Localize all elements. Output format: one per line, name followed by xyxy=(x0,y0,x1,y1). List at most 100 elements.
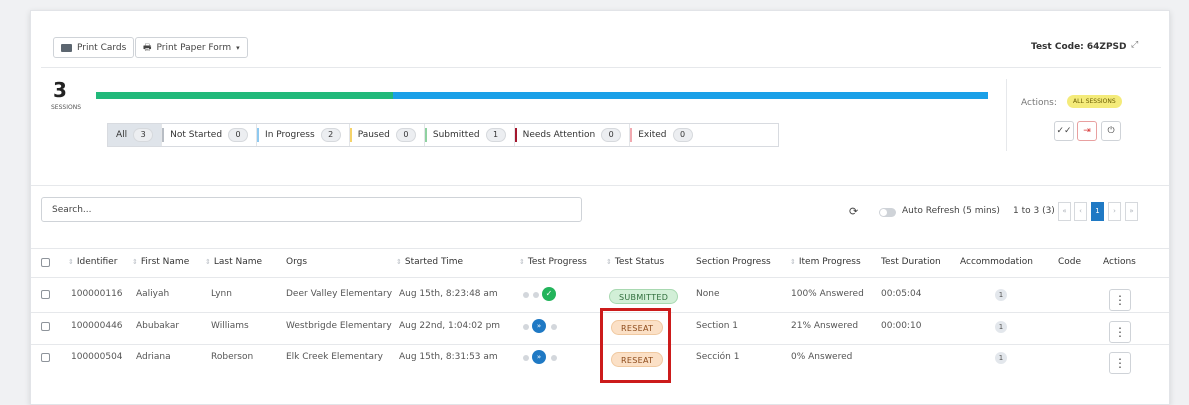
auto-refresh-toggle[interactable] xyxy=(879,208,896,217)
divider xyxy=(1006,79,1007,151)
divider xyxy=(41,67,1161,68)
print-cards-button[interactable]: Print Cards xyxy=(53,37,135,58)
progress-dot xyxy=(523,355,529,361)
cell-test-duration: 00:05:04 xyxy=(881,289,922,299)
status-filter-tabs: All 3 Not Started 0 In Progress 2 Paused… xyxy=(107,123,779,147)
sessions-count: 3 xyxy=(53,78,67,102)
cell-started-time: Aug 22nd, 1:04:02 pm xyxy=(399,321,501,331)
column-header-first-name[interactable]: ⇕ First Name xyxy=(132,257,189,267)
print-paper-form-label: Print Paper Form xyxy=(156,42,232,53)
sessions-label: SESSIONS xyxy=(51,104,82,111)
progress-dot xyxy=(533,292,539,298)
first-page-icon[interactable]: « xyxy=(1058,202,1071,221)
filter-tab-in-progress[interactable]: In Progress 2 xyxy=(257,124,350,146)
column-label: Accommodation xyxy=(960,257,1033,267)
next-page-icon[interactable]: › xyxy=(1108,202,1121,221)
column-label: Test Duration xyxy=(881,257,941,267)
filter-tab-not-started[interactable]: Not Started 0 xyxy=(162,124,258,146)
cell-section-progress: Sección 1 xyxy=(696,352,740,362)
column-header-code: Code xyxy=(1058,257,1081,267)
prev-page-icon[interactable]: ‹ xyxy=(1074,202,1087,221)
filter-label: Needs Attention xyxy=(522,130,596,140)
toggle-knob xyxy=(880,209,887,216)
filter-label: Paused xyxy=(357,130,390,140)
filter-tab-exited[interactable]: Exited 0 xyxy=(630,124,700,146)
filter-tab-submitted[interactable]: Submitted 1 xyxy=(424,124,515,146)
cell-last-name: Roberson xyxy=(211,352,254,362)
progress-dot xyxy=(523,292,529,298)
expand-icon[interactable]: ⤢ xyxy=(1131,40,1138,50)
column-label: Started Time xyxy=(404,257,463,267)
cell-identifier: 100000116 xyxy=(71,289,123,299)
cell-last-name: Williams xyxy=(211,321,249,331)
status-color-marker xyxy=(514,128,517,142)
filter-tab-all[interactable]: All 3 xyxy=(108,124,163,146)
row-checkbox[interactable] xyxy=(41,290,50,299)
test-code: Test Code: 64ZPSD xyxy=(1031,42,1127,52)
search-input[interactable]: Search... xyxy=(41,197,582,222)
column-header-test-progress[interactable]: ⇕ Test Progress xyxy=(519,257,587,267)
filter-count: 0 xyxy=(395,128,416,142)
cell-identifier: 100000504 xyxy=(71,352,123,362)
row-checkbox[interactable] xyxy=(41,322,50,331)
cell-orgs: Elk Creek Elementary xyxy=(286,352,383,362)
column-label: Test Progress xyxy=(527,257,587,267)
cell-section-progress: Section 1 xyxy=(696,321,739,331)
column-header-section-progress: Section Progress xyxy=(696,257,771,267)
select-all-checkbox[interactable] xyxy=(41,258,50,267)
print-paper-form-dropdown[interactable]: 🖶 Print Paper Form ▾ xyxy=(135,37,248,58)
column-header-item-progress[interactable]: ⇕ Item Progress xyxy=(790,257,861,267)
accommodation-badge[interactable]: 1 xyxy=(995,321,1007,333)
all-sessions-badge[interactable]: ALL SESSIONS xyxy=(1067,95,1122,108)
column-label: First Name xyxy=(140,257,190,267)
accommodation-badge[interactable]: 1 xyxy=(995,352,1007,364)
filter-tab-paused[interactable]: Paused 0 xyxy=(349,124,425,146)
cell-first-name: Aaliyah xyxy=(136,289,170,299)
progress-dot xyxy=(523,324,529,330)
sort-icon: ⇕ xyxy=(132,258,138,266)
column-label: Code xyxy=(1058,257,1082,267)
row-actions-menu-icon[interactable]: ⋮ xyxy=(1109,352,1131,374)
cell-last-name: Lynn xyxy=(211,289,232,299)
column-header-identifier[interactable]: ⇕ Identifier xyxy=(68,257,117,267)
printer-icon: 🖶 xyxy=(143,42,152,53)
last-page-icon[interactable]: » xyxy=(1125,202,1138,221)
status-color-marker xyxy=(162,128,165,142)
in-progress-icon: » xyxy=(532,350,546,364)
cell-identifier: 100000446 xyxy=(71,321,123,331)
row-actions-menu-icon[interactable]: ⋮ xyxy=(1109,289,1131,311)
sort-icon: ⇕ xyxy=(396,258,402,266)
filter-tab-needs-attention[interactable]: Needs Attention 0 xyxy=(514,124,631,146)
column-header-started-time[interactable]: ⇕ Started Time xyxy=(396,257,463,267)
auto-refresh-label: Auto Refresh (5 mins) xyxy=(902,206,1000,216)
column-header-actions: Actions xyxy=(1103,257,1136,267)
actions-label: Actions: xyxy=(1021,98,1057,108)
column-label: Orgs xyxy=(286,257,308,267)
divider xyxy=(31,248,1169,249)
exit-icon[interactable]: ⇥ xyxy=(1077,121,1097,141)
id-card-icon xyxy=(61,43,72,52)
refresh-icon[interactable]: ⟳ xyxy=(849,205,858,218)
column-header-test-duration: Test Duration xyxy=(881,257,941,267)
in-progress-icon: » xyxy=(532,319,546,333)
filter-count: 3 xyxy=(133,128,154,142)
row-actions-menu-icon[interactable]: ⋮ xyxy=(1109,321,1131,343)
filter-count: 0 xyxy=(672,128,693,142)
accommodation-badge[interactable]: 1 xyxy=(995,289,1007,301)
filter-label: Submitted xyxy=(432,130,480,140)
filter-count: 1 xyxy=(485,128,506,142)
sort-icon: ⇕ xyxy=(68,258,74,266)
cell-item-progress: 100% Answered xyxy=(791,289,864,299)
column-header-test-status[interactable]: ⇕ Test Status xyxy=(606,257,664,267)
search-placeholder: Search... xyxy=(52,204,92,215)
divider xyxy=(31,185,1169,186)
column-header-last-name[interactable]: ⇕ Last Name xyxy=(205,257,262,267)
column-header-orgs: Orgs xyxy=(286,257,307,267)
row-checkbox[interactable] xyxy=(41,353,50,362)
power-icon[interactable]: ⏻ xyxy=(1101,121,1121,141)
status-color-marker xyxy=(349,128,352,142)
cell-orgs: Westbrigde Elementary xyxy=(286,321,392,331)
sort-icon: ⇕ xyxy=(606,258,612,266)
page-button[interactable]: 1 xyxy=(1091,202,1104,221)
approve-icon[interactable]: ✓✓ xyxy=(1054,121,1074,141)
